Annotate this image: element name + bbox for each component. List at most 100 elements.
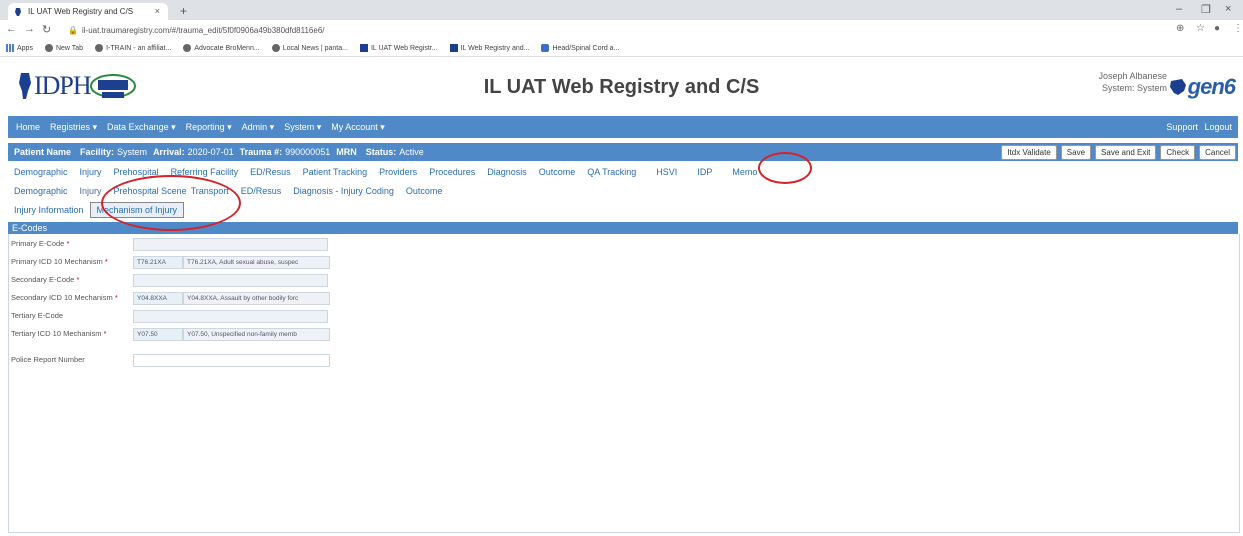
tertiary-ecode-input[interactable] [133, 310, 328, 323]
user-name: Joseph Albanese [1098, 71, 1167, 81]
police-report-input[interactable] [133, 354, 330, 367]
url-field[interactable]: 🔒 il-uat.traumaregistry.com/#/trauma_edi… [68, 24, 1158, 36]
globe-icon [44, 44, 53, 52]
browser-menu-icon[interactable]: ⋮ [1233, 23, 1243, 34]
back-icon[interactable]: ← [6, 23, 17, 35]
primary-icd10-desc[interactable]: T76.21XA, Adult sexual abuse, suspec [183, 256, 330, 269]
shield-icon [541, 44, 550, 52]
zoom-icon[interactable]: ⊕ [1176, 23, 1184, 34]
itdx-validate-button[interactable]: Itdx Validate [1001, 145, 1057, 160]
annotation-circle-hsvi [758, 152, 812, 184]
primary-icd10-code[interactable]: T76.21XA [133, 256, 183, 269]
tab-idp[interactable]: IDP [697, 167, 712, 177]
tab-diagnosis[interactable]: Diagnosis [487, 167, 527, 177]
user-role: System: System [1101, 83, 1167, 93]
primary-ecode-input[interactable] [133, 238, 328, 251]
illinois-favicon-icon [359, 44, 368, 52]
subtab-diagnosis-injury-coding[interactable]: Diagnosis - Injury Coding [293, 186, 394, 196]
field-police-report: Police Report Number [11, 354, 85, 364]
field-secondary-icd10: Secondary ICD 10 Mechanism * [11, 292, 118, 302]
globe-icon [95, 44, 104, 52]
arrival-label: Arrival: [153, 147, 185, 157]
bookmark-itrain[interactable]: I-TRAIN - an affiliat... [95, 44, 171, 52]
address-bar-row: ← → ↻ 🔒 il-uat.traumaregistry.com/#/trau… [0, 20, 1243, 40]
tab-qa-tracking[interactable]: QA Tracking [587, 167, 636, 177]
profile-icon[interactable]: ● [1214, 23, 1220, 34]
nav-registries[interactable]: Registries ▾ [50, 122, 97, 133]
check-button[interactable]: Check [1160, 145, 1196, 160]
browser-tab-title: IL UAT Web Registry and C/S [28, 7, 134, 16]
arrival-value: 2020-07-01 [187, 147, 234, 157]
tab-procedures[interactable]: Procedures [429, 167, 475, 177]
close-window-icon[interactable]: × [1225, 3, 1231, 15]
globe-icon [271, 44, 280, 52]
subtab-outcome[interactable]: Outcome [406, 186, 443, 196]
minimize-icon[interactable]: – [1176, 3, 1182, 15]
tab-outcome[interactable]: Outcome [539, 167, 576, 177]
bookmark-il-web[interactable]: IL Web Registry and... [449, 44, 529, 52]
bookmark-local-news[interactable]: Local News | panta... [271, 44, 348, 52]
tertiary-icd10-desc[interactable]: Y07.50, Unspecified non-family memb [183, 328, 330, 341]
secondary-ecode-input[interactable] [133, 274, 328, 287]
bookmark-advocate[interactable]: Advocate BroMenn... [183, 44, 260, 52]
save-button[interactable]: Save [1060, 145, 1092, 160]
field-tertiary-icd10: Tertiary ICD 10 Mechanism * [11, 328, 107, 338]
bookmark-new-tab[interactable]: New Tab [44, 44, 83, 52]
tab-hsvi[interactable]: HSVI [656, 167, 677, 177]
nav-admin[interactable]: Admin ▾ [242, 122, 275, 133]
facility-value: System [117, 147, 148, 157]
tab-memo[interactable]: Memo [732, 167, 757, 177]
illinois-state-icon [1169, 79, 1186, 95]
tab-providers[interactable]: Providers [379, 167, 417, 177]
gen6-logo: gen6 [1168, 74, 1236, 100]
app-title: IL UAT Web Registry and C/S [483, 76, 760, 98]
illinois-favicon-icon [15, 7, 21, 16]
tab-demographic[interactable]: Demographic [14, 167, 68, 177]
nav-right: Support Logout [1166, 122, 1232, 132]
reload-icon[interactable]: ↻ [42, 23, 51, 36]
cancel-button[interactable]: Cancel [1199, 145, 1236, 160]
globe-icon [183, 44, 192, 52]
forward-icon[interactable]: → [24, 23, 35, 35]
restore-icon[interactable]: ❐ [1201, 3, 1211, 16]
tertiary-icd10-code[interactable]: Y07.50 [133, 328, 183, 341]
trauma-value: 990000051 [285, 147, 331, 157]
subtab-injury-information[interactable]: Injury Information [14, 205, 84, 215]
bookmark-head-spinal[interactable]: Head/Spinal Cord a... [541, 44, 619, 52]
trauma-label: Trauma #: [239, 147, 283, 157]
illinois-favicon-icon [449, 44, 458, 52]
user-info: Joseph Albanese System: System [1098, 70, 1167, 94]
browser-tab[interactable]: IL UAT Web Registry and C/S × [8, 3, 168, 20]
subtab-injury[interactable]: Injury [80, 186, 102, 196]
new-tab-icon[interactable]: + [180, 4, 187, 18]
support-link[interactable]: Support [1166, 122, 1198, 132]
nav-data-exchange[interactable]: Data Exchange ▾ [107, 122, 176, 133]
bookmark-star-icon[interactable]: ☆ [1196, 23, 1205, 34]
field-primary-icd10: Primary ICD 10 Mechanism * [11, 256, 108, 266]
nav-reporting[interactable]: Reporting ▾ [186, 122, 232, 133]
record-tabs: Demographic Injury Prehospital Referring… [8, 165, 757, 179]
secondary-icd10-desc[interactable]: Y04.8XXA, Assault by other bodily forc [183, 292, 330, 305]
status-label: Status: [365, 147, 397, 157]
nav-system[interactable]: System ▾ [284, 122, 321, 133]
bookmark-apps[interactable]: Apps [6, 44, 33, 52]
bookmark-il-uat[interactable]: IL UAT Web Registr... [359, 44, 438, 52]
secondary-icd10-code[interactable]: Y04.8XXA [133, 292, 183, 305]
tab-patient-tracking[interactable]: Patient Tracking [303, 167, 368, 177]
subtab-ed-resus[interactable]: ED/Resus [241, 186, 282, 196]
subtab-demographic[interactable]: Demographic [14, 186, 68, 196]
apps-grid-icon [6, 44, 14, 52]
app-banner: IDPH IL UAT Web Registry and C/S Joseph … [0, 57, 1243, 117]
save-and-exit-button[interactable]: Save and Exit [1095, 145, 1157, 160]
patient-actions: Itdx Validate Save Save and Exit Check C… [997, 145, 1236, 160]
patient-name-label: Patient Name [14, 147, 72, 157]
status-value: Active [399, 147, 424, 157]
gen6-logo-text: gen6 [1187, 74, 1236, 99]
nav-my-account[interactable]: My Account ▾ [331, 122, 385, 133]
nav-home[interactable]: Home [16, 122, 40, 132]
logout-link[interactable]: Logout [1204, 122, 1232, 132]
close-tab-icon[interactable]: × [155, 6, 160, 16]
tab-injury[interactable]: Injury [80, 167, 102, 177]
tab-ed-resus[interactable]: ED/Resus [250, 167, 291, 177]
mrn-label: MRN [336, 147, 357, 157]
